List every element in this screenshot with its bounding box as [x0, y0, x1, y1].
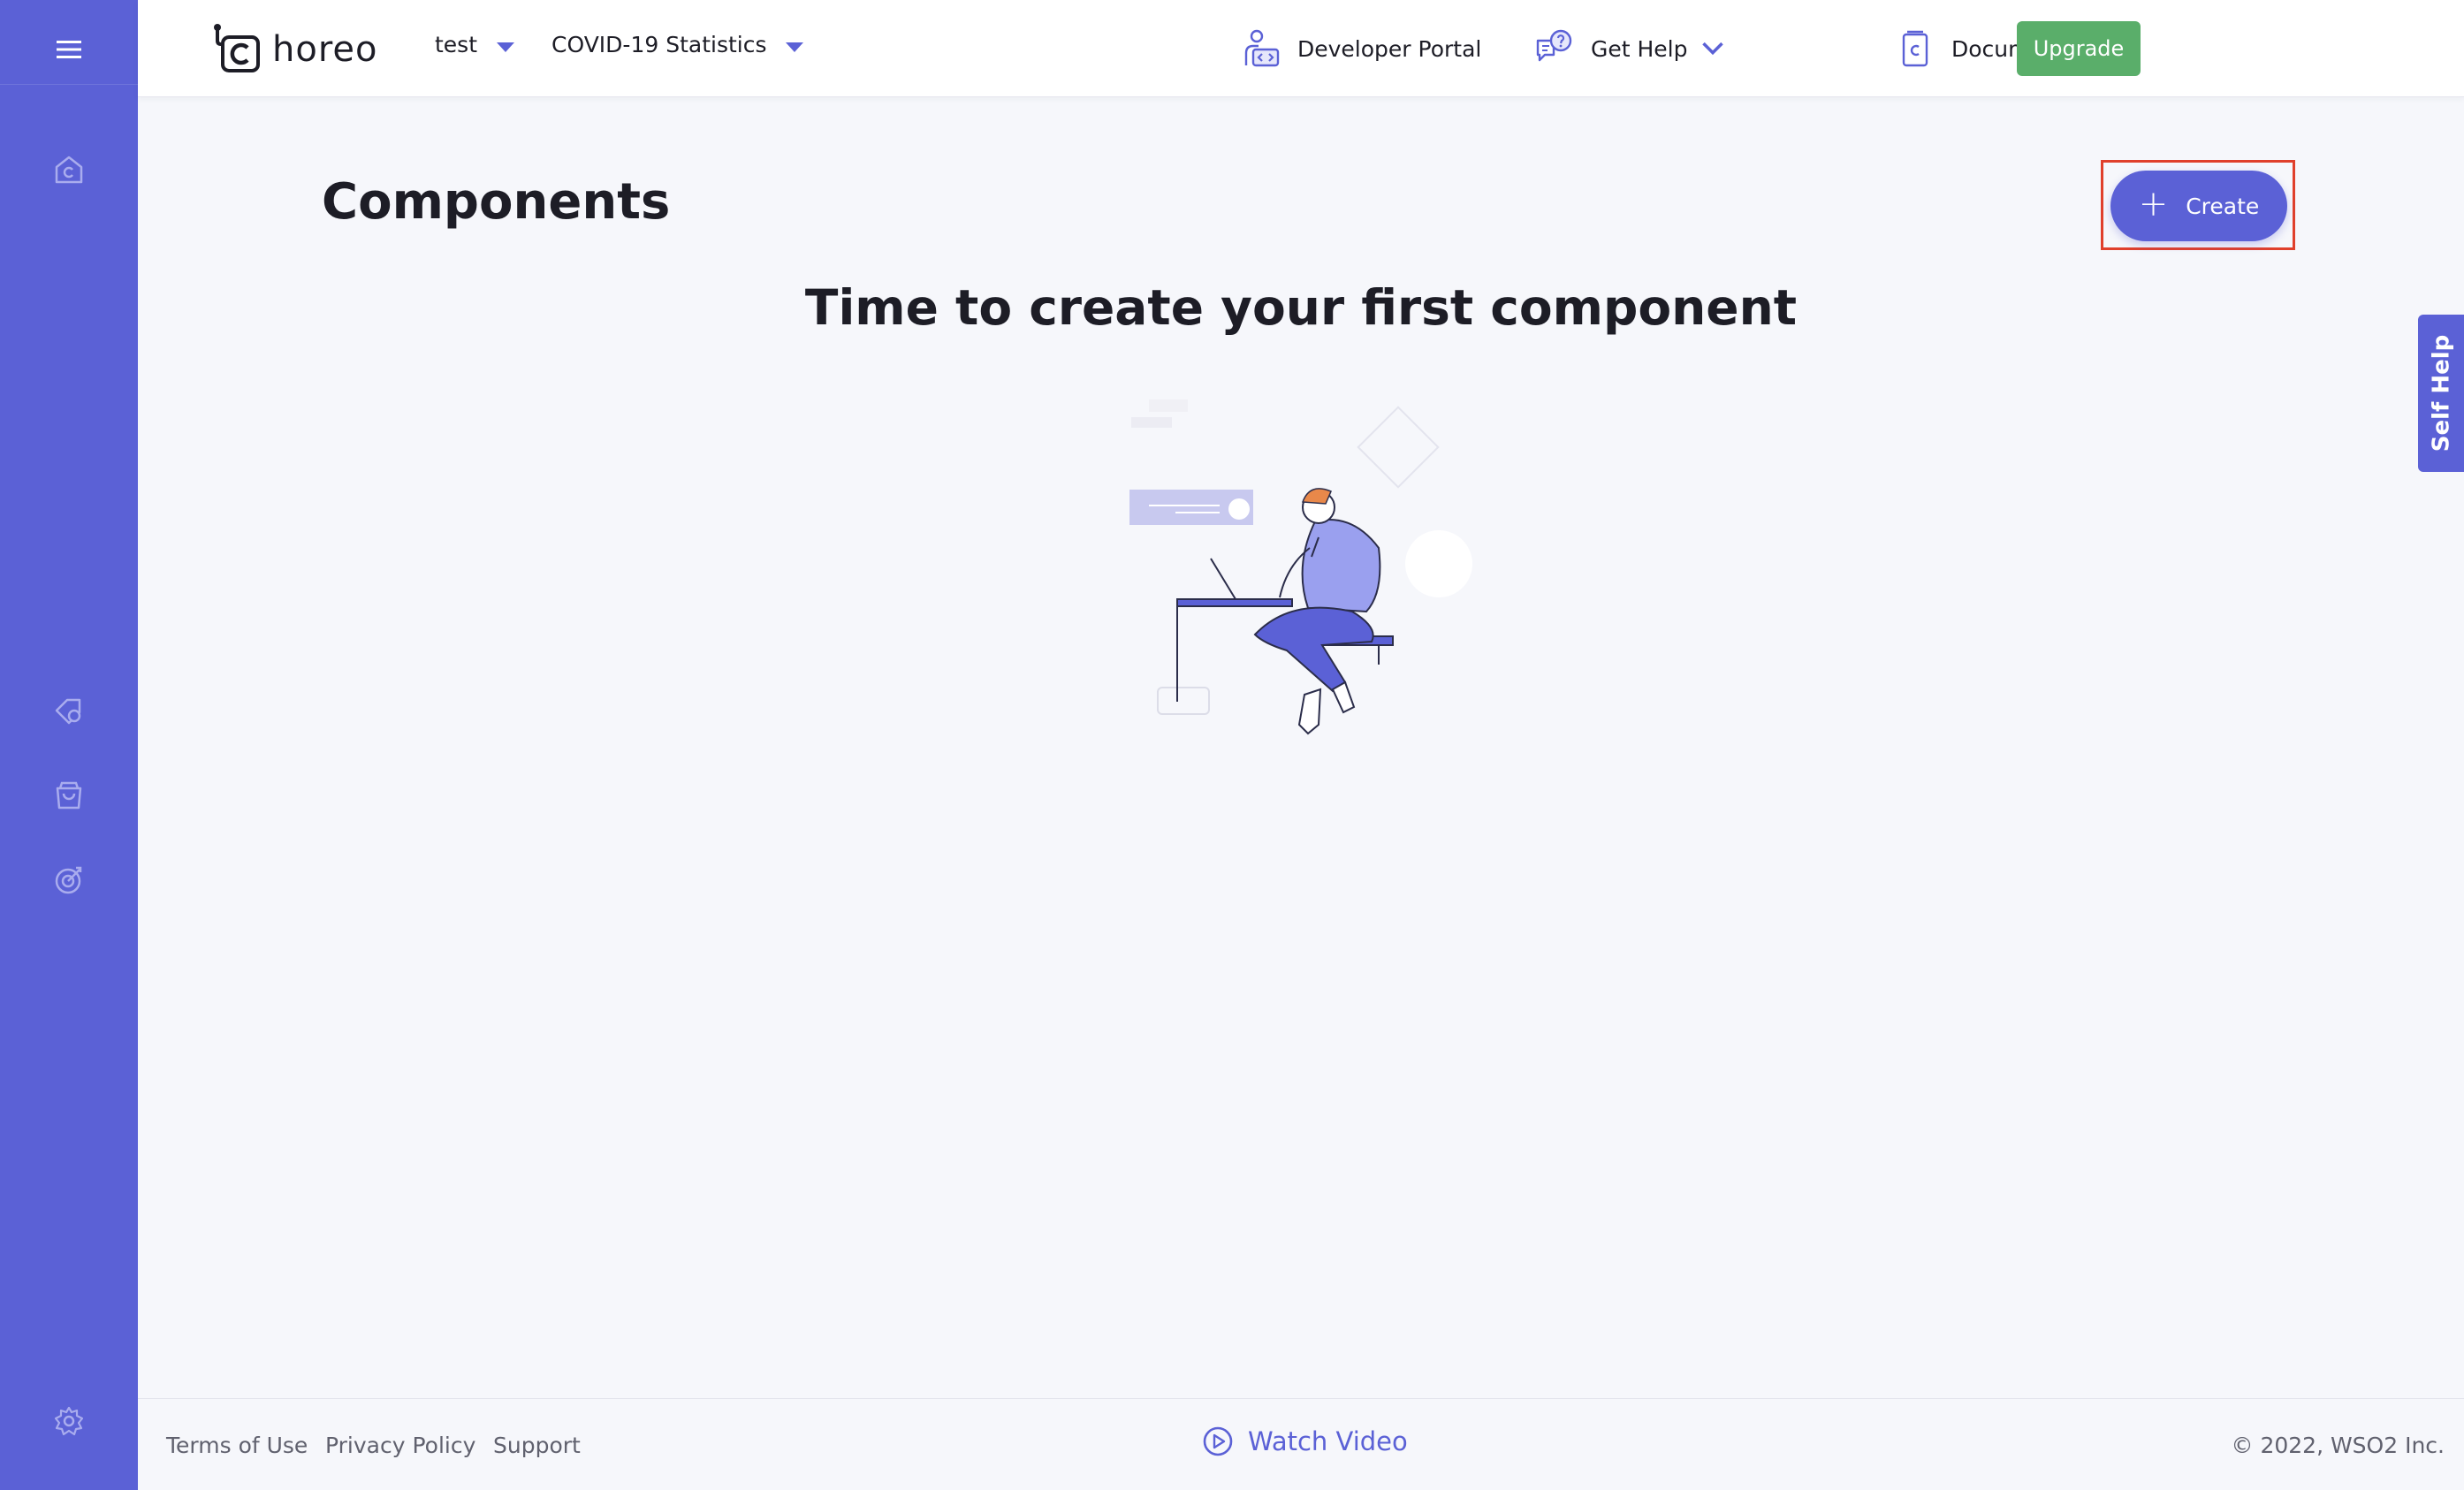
get-help-label: Get Help — [1591, 35, 1688, 62]
caret-down-icon — [497, 42, 515, 52]
copyright-text: © 2022, WSO2 Inc. — [2231, 1433, 2445, 1458]
watch-video-label: Watch Video — [1248, 1426, 1408, 1456]
sidebar-item-home[interactable] — [0, 134, 138, 205]
upgrade-button[interactable]: Upgrade — [2017, 21, 2141, 76]
project-dropdown[interactable]: COVID-19 Statistics — [551, 32, 804, 57]
top-header: horeo test COVID-19 Statistics Developer… — [138, 0, 2464, 97]
privacy-policy-link[interactable]: Privacy Policy — [325, 1433, 475, 1458]
sidebar — [0, 0, 138, 1490]
developer-portal-label: Developer Portal — [1297, 35, 1482, 62]
page-title: Components — [322, 173, 671, 231]
sidebar-item-bag[interactable] — [0, 760, 138, 831]
menu-icon — [57, 40, 81, 58]
self-help-tab[interactable]: Self Help — [2418, 315, 2464, 472]
org-dropdown[interactable]: test — [435, 32, 515, 57]
settings-icon — [54, 1406, 84, 1436]
create-button-label: Create — [2186, 193, 2260, 219]
sidebar-item-settings[interactable] — [0, 1386, 138, 1456]
sidebar-item-insights[interactable] — [0, 845, 138, 916]
terms-of-use-link[interactable]: Terms of Use — [166, 1433, 308, 1458]
play-circle-icon — [1203, 1426, 1233, 1456]
support-link[interactable]: Support — [493, 1433, 581, 1458]
org-dropdown-label: test — [435, 32, 478, 57]
project-dropdown-label: COVID-19 Statistics — [551, 32, 767, 57]
empty-state-title-wrap: Time to create your first component — [138, 279, 2464, 336]
insights-icon — [55, 866, 82, 894]
footer: Terms of Use Privacy Policy Support Watc… — [138, 1398, 2464, 1490]
self-help-label: Self Help — [2428, 334, 2454, 452]
logo-text: horeo — [272, 29, 378, 70]
menu-toggle-button[interactable] — [0, 14, 138, 85]
chevron-down-icon — [1701, 42, 1723, 56]
create-button[interactable]: + Create — [2110, 171, 2287, 241]
caret-down-icon — [786, 42, 804, 52]
empty-state-title: Time to create your first component — [804, 279, 1798, 336]
help-chat-icon — [1536, 29, 1572, 62]
documentation-icon — [1902, 30, 1928, 67]
marketplace-icon — [55, 698, 81, 725]
home-icon — [55, 156, 83, 184]
choreo-logo-icon — [214, 24, 260, 72]
empty-state-illustration — [1129, 399, 1472, 735]
developer-portal-link[interactable]: Developer Portal — [1241, 28, 1481, 69]
watch-video-link[interactable]: Watch Video — [1202, 1425, 1408, 1457]
sidebar-item-marketplace[interactable] — [0, 675, 138, 746]
bag-icon — [56, 781, 82, 810]
developer-portal-icon — [1244, 29, 1280, 67]
plus-icon: + — [2138, 184, 2169, 224]
get-help-dropdown[interactable]: Get Help — [1534, 28, 1725, 69]
choreo-logo[interactable]: horeo — [209, 23, 377, 76]
